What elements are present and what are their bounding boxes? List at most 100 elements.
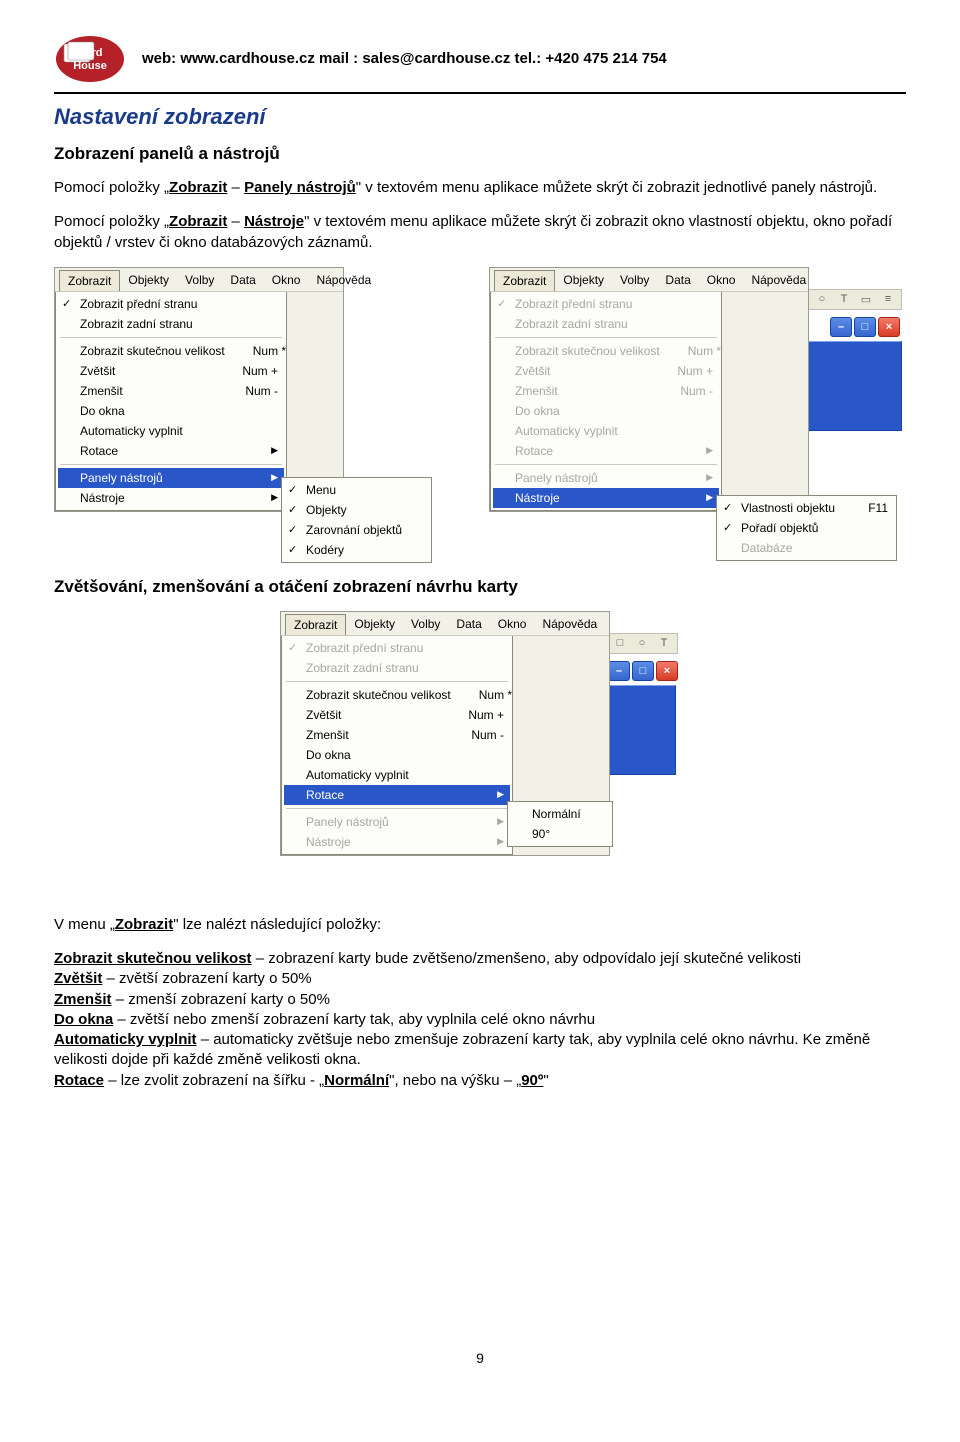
menuitem-zoomin[interactable]: ZvětšitNum + xyxy=(284,705,510,725)
chevron-right-icon: ▶ xyxy=(686,472,713,483)
menu-zobrazit[interactable]: Zobrazit xyxy=(494,270,555,291)
menu-okno[interactable]: Okno xyxy=(490,614,535,635)
text: " v textovém menu aplikace můžete skrýt … xyxy=(356,179,877,196)
menu-napoveda[interactable]: Nápověda xyxy=(308,270,379,291)
dropdown-zobrazit: ✓Zobrazit přední stranu Zobrazit zadní s… xyxy=(281,636,513,855)
check-icon: ✓ xyxy=(288,523,297,536)
text: Pomocí položky „ xyxy=(54,213,169,230)
menu-objekty[interactable]: Objekty xyxy=(120,270,177,291)
tool-icon[interactable]: ○ xyxy=(635,637,649,649)
menuitem-back: Zobrazit zadní stranu xyxy=(284,658,510,678)
menu-volby[interactable]: Volby xyxy=(177,270,222,291)
menuitem-rot[interactable]: Rotace▶ xyxy=(284,785,510,805)
maximize-button[interactable]: □ xyxy=(854,317,876,337)
close-button[interactable]: × xyxy=(878,317,900,337)
tool-icon[interactable]: ○ xyxy=(815,293,829,305)
menuitem-back[interactable]: Zobrazit zadní stranu xyxy=(58,314,284,334)
label: Zobrazit zadní stranu xyxy=(515,317,628,331)
menuitem-front[interactable]: ✓Zobrazit přední stranu xyxy=(58,294,284,314)
menu-zobrazit[interactable]: Zobrazit xyxy=(285,614,346,635)
minimize-button[interactable]: – xyxy=(608,661,630,681)
menuitem-zoomout[interactable]: Zmenšit Num - xyxy=(58,381,284,401)
subitem-menu[interactable]: ✓Menu xyxy=(284,480,429,500)
chevron-right-icon: ▶ xyxy=(477,836,504,847)
menuitem-auto[interactable]: Automaticky vyplnit xyxy=(284,765,510,785)
subitem-align[interactable]: ✓Zarovnání objektů xyxy=(284,520,429,540)
window-caption-buttons: – □ × xyxy=(608,661,678,681)
shortcut: Num + xyxy=(649,364,713,378)
menuitem-actual[interactable]: Zobrazit skutečnou velikostNum * xyxy=(58,341,284,361)
menu-volby[interactable]: Volby xyxy=(612,270,657,291)
label: Zmenšit xyxy=(80,384,123,398)
label: Zobrazit přední stranu xyxy=(306,641,423,655)
label: Automaticky vyplnit xyxy=(80,424,183,438)
separator xyxy=(60,337,282,338)
text: – xyxy=(227,179,244,196)
minimize-button[interactable]: – xyxy=(830,317,852,337)
def-text: – lze zvolit zobrazení na šířku - „ xyxy=(104,1072,324,1089)
subsection-title-2: Zvětšování, zmenšování a otáčení zobraze… xyxy=(54,577,906,597)
subitem-coders[interactable]: ✓Kodéry xyxy=(284,540,429,560)
menu-napoveda[interactable]: Nápověda xyxy=(743,270,814,291)
menu-data[interactable]: Data xyxy=(448,614,489,635)
chevron-right-icon: ▶ xyxy=(686,445,713,456)
menuitem-tools[interactable]: Nástroje▶ xyxy=(58,488,284,508)
label: Rotace xyxy=(80,444,118,458)
menuitem-panels[interactable]: Panely nástrojů▶ xyxy=(58,468,284,488)
menu-napoveda[interactable]: Nápověda xyxy=(534,614,605,635)
def-term: Zmenšit xyxy=(54,991,112,1008)
def-term: Rotace xyxy=(54,1072,104,1089)
svg-text:Card: Card xyxy=(77,47,102,59)
label: Zobrazit zadní stranu xyxy=(80,317,193,331)
tool-icon[interactable]: ≡ xyxy=(881,293,895,305)
menuitem-auto: Automaticky vyplnit xyxy=(493,421,719,441)
menu-data[interactable]: Data xyxy=(657,270,698,291)
subitem-objects[interactable]: ✓Objekty xyxy=(284,500,429,520)
menu-volby[interactable]: Volby xyxy=(403,614,448,635)
chevron-right-icon: ▶ xyxy=(686,492,713,503)
mail-link[interactable]: sales@cardhouse.cz xyxy=(362,50,510,67)
chevron-right-icon: ▶ xyxy=(477,789,504,800)
paragraph-1: Pomocí položky „Zobrazit – Panely nástro… xyxy=(54,178,906,198)
subitem-props[interactable]: ✓Vlastnosti objektuF11 xyxy=(719,498,894,518)
menubar: Zobrazit Objekty Volby Data Okno Nápověd… xyxy=(490,268,808,292)
tool-icon[interactable]: T xyxy=(657,637,671,649)
label: Vlastnosti objektu xyxy=(741,501,835,515)
submenu-panely: ✓Menu ✓Objekty ✓Zarovnání objektů ✓Kodér… xyxy=(281,477,432,563)
web-link[interactable]: www.cardhouse.cz xyxy=(180,50,314,67)
menu-objekty[interactable]: Objekty xyxy=(555,270,612,291)
menuitem-zoomin[interactable]: ZvětšitNum + xyxy=(58,361,284,381)
label: Zobrazit skutečnou velikost xyxy=(80,344,225,358)
menuitem-zoomin: ZvětšitNum + xyxy=(493,361,719,381)
menuitem-zoomout: ZmenšitNum - xyxy=(493,381,719,401)
menuitem-auto[interactable]: Automaticky vyplnit xyxy=(58,421,284,441)
label: 90° xyxy=(532,827,550,841)
menubar: Zobrazit Objekty Volby Data Okno Nápověd… xyxy=(55,268,343,292)
menuitem-fit[interactable]: Do okna xyxy=(58,401,284,421)
menu-okno[interactable]: Okno xyxy=(699,270,744,291)
menuitem-actual[interactable]: Zobrazit skutečnou velikostNum * xyxy=(284,685,510,705)
label: Automaticky vyplnit xyxy=(515,424,618,438)
check-icon: ✓ xyxy=(288,543,297,556)
tool-icon[interactable]: □ xyxy=(613,637,627,649)
separator xyxy=(286,681,508,682)
shortcut: Num - xyxy=(217,384,278,398)
def-text: ", nebo na výšku – „ xyxy=(389,1072,521,1089)
subitem-order[interactable]: ✓Pořadí objektů xyxy=(719,518,894,538)
menu-data[interactable]: Data xyxy=(222,270,263,291)
maximize-button[interactable]: □ xyxy=(632,661,654,681)
mail-label: mail : xyxy=(315,50,363,67)
menu-zobrazit[interactable]: Zobrazit xyxy=(59,270,120,291)
tool-icon[interactable]: T xyxy=(837,293,851,305)
menuitem-zoomout[interactable]: ZmenšitNum - xyxy=(284,725,510,745)
subitem-90[interactable]: 90° xyxy=(510,824,610,844)
menuitem-tools[interactable]: Nástroje▶ xyxy=(493,488,719,508)
menuitem-rot[interactable]: Rotace▶ xyxy=(58,441,284,461)
menuitem-fit[interactable]: Do okna xyxy=(284,745,510,765)
menu-okno[interactable]: Okno xyxy=(264,270,309,291)
submenu-nastroje: ✓Vlastnosti objektuF11 ✓Pořadí objektů D… xyxy=(716,495,897,561)
tool-icon[interactable]: ▭ xyxy=(859,293,873,306)
close-button[interactable]: × xyxy=(656,661,678,681)
subitem-normal[interactable]: Normální xyxy=(510,804,610,824)
menu-objekty[interactable]: Objekty xyxy=(346,614,403,635)
